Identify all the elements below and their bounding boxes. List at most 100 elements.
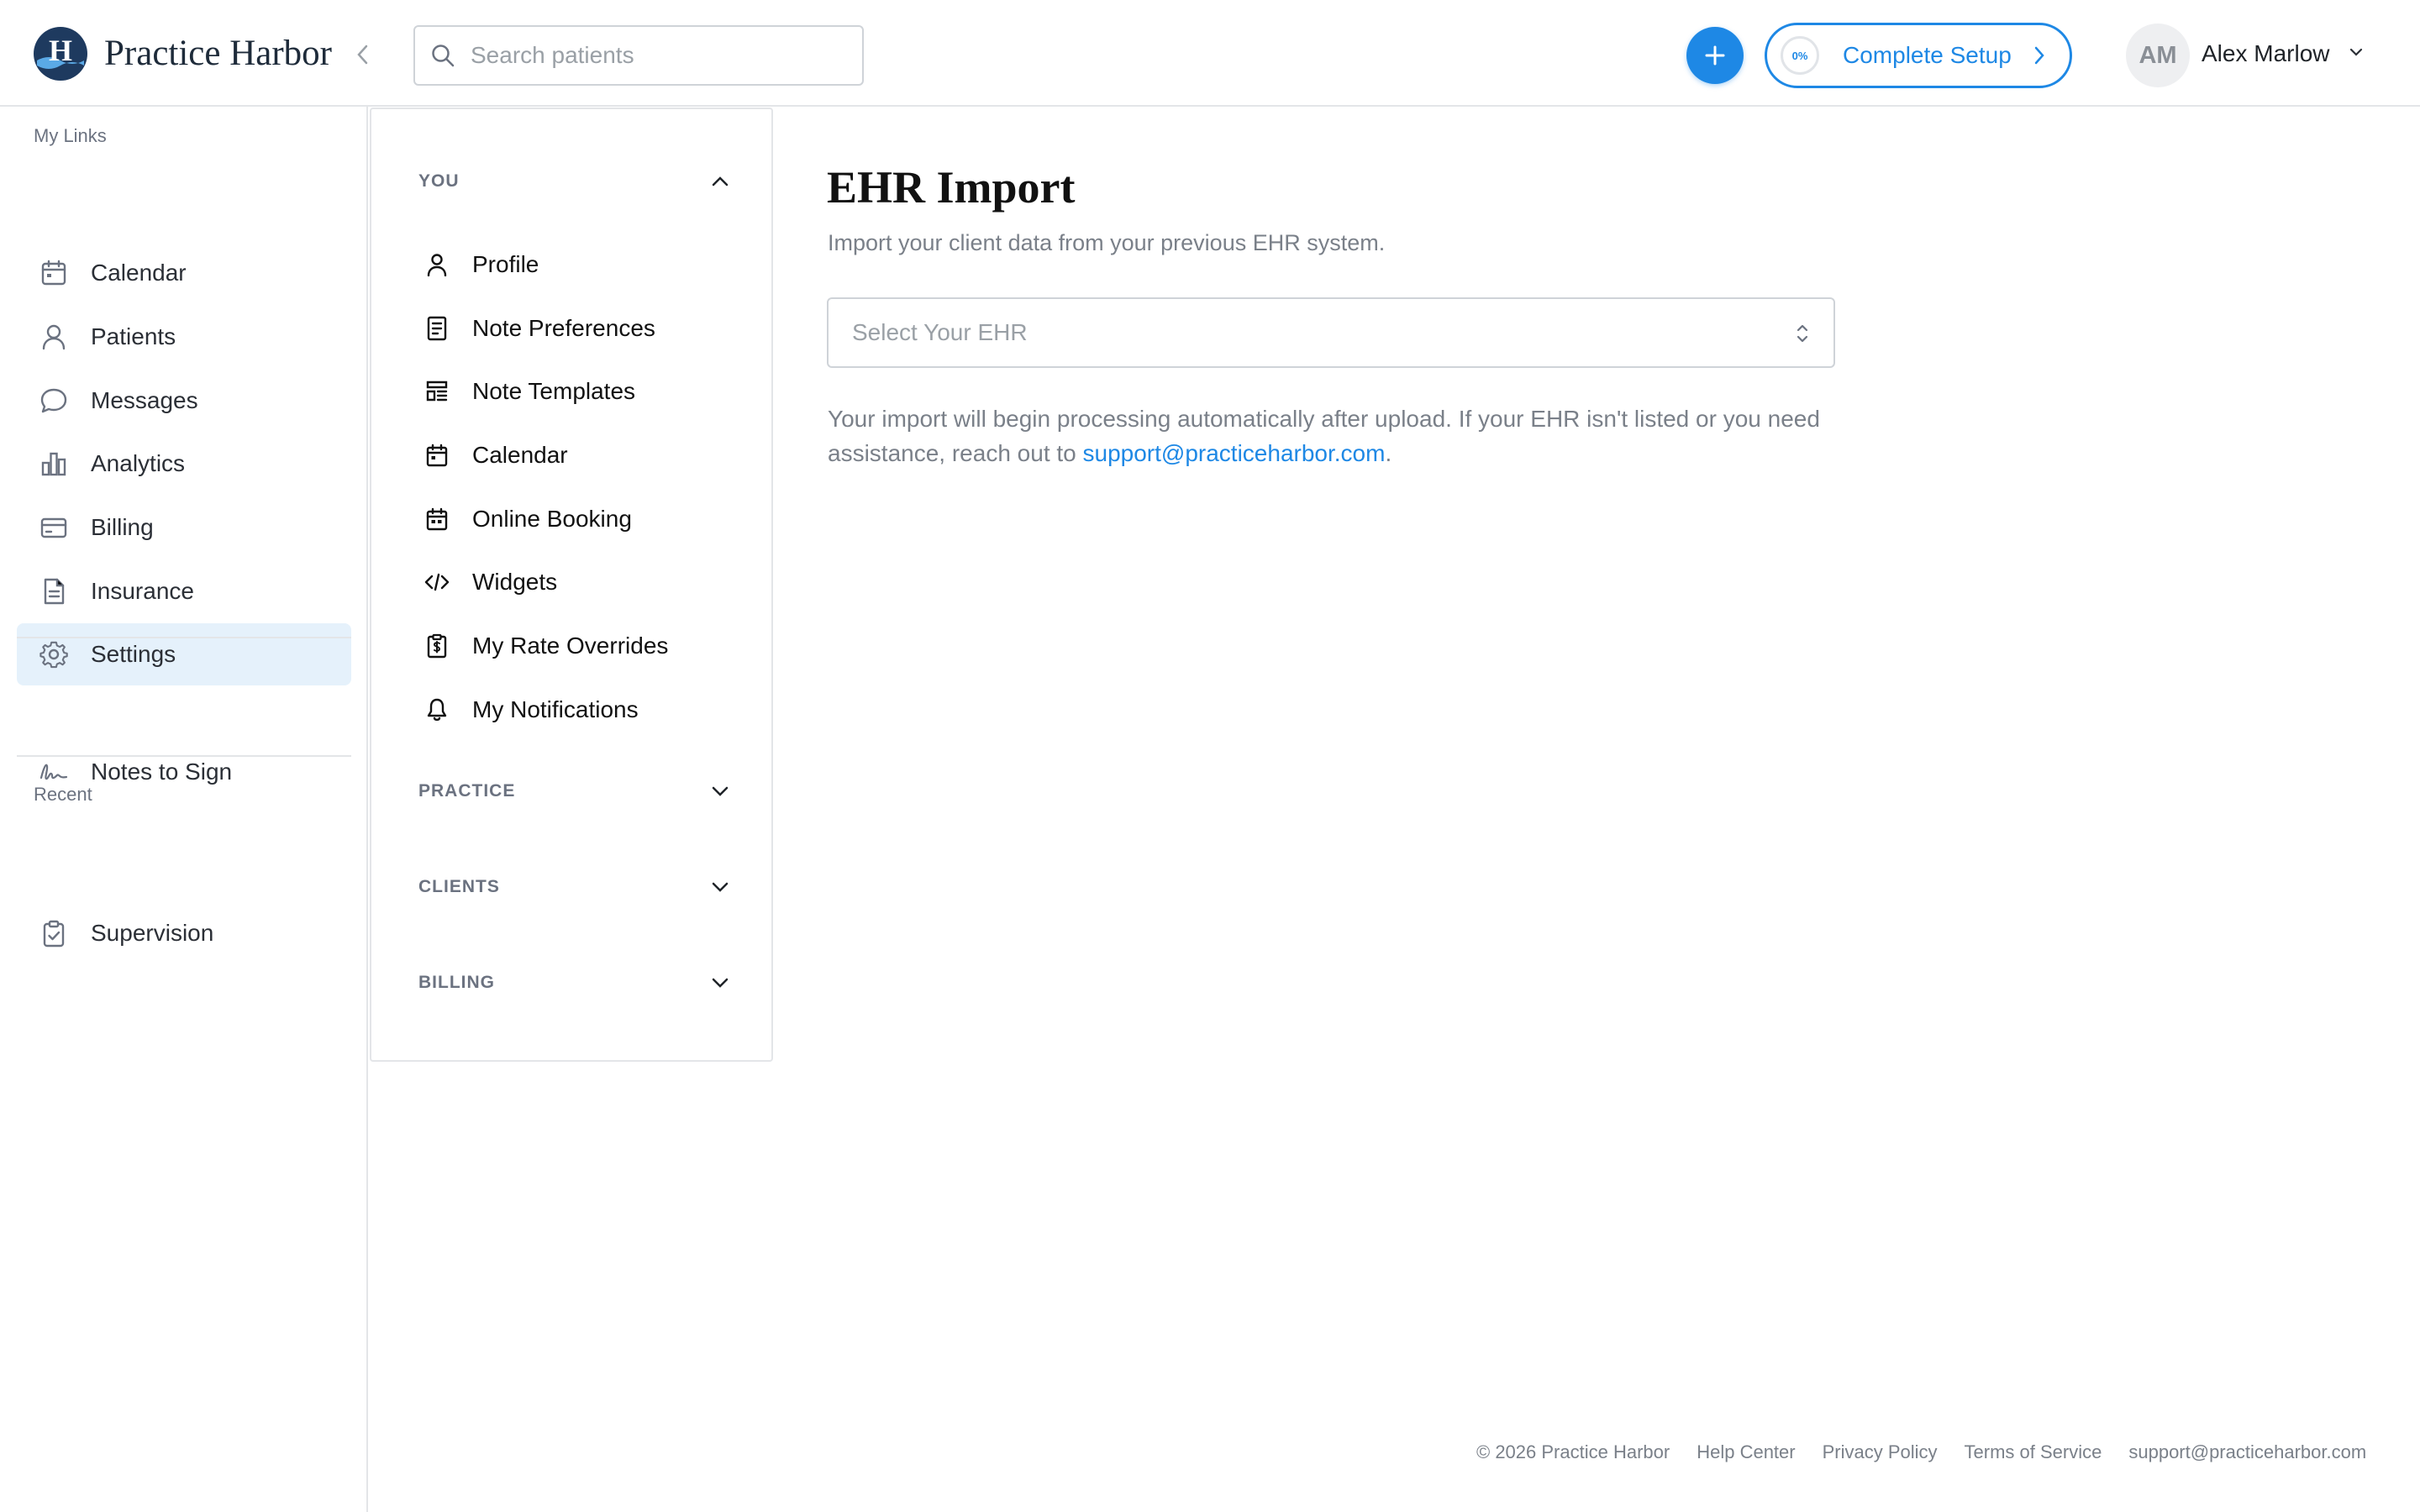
search-icon: [432, 45, 455, 67]
sidebar-item-analytics[interactable]: Analytics: [17, 433, 351, 495]
settings-item-label: Note Preferences: [472, 315, 655, 341]
settings-item-note-templates[interactable]: Note Templates: [424, 370, 635, 412]
person-icon: [37, 320, 71, 354]
up-down-chevron-icon: [1797, 324, 1808, 343]
group-title: YOU: [418, 171, 460, 191]
page-subtitle: Import your client data from your previo…: [828, 230, 1386, 255]
settings-item-widgets[interactable]: Widgets: [424, 561, 557, 603]
template-icon: [424, 378, 450, 405]
user-name[interactable]: Alex Marlow: [2202, 40, 2329, 67]
chevron-left-icon: [357, 45, 368, 65]
top-header: H Practice Harbor 0% Complete Setup AM A…: [0, 0, 2420, 107]
sidebar-item-messages[interactable]: Messages: [17, 370, 351, 432]
footer-help-link[interactable]: Help Center: [1697, 1441, 1795, 1463]
group-header-clients[interactable]: CLIENTS: [418, 877, 729, 897]
chevron-down-icon: [712, 882, 729, 892]
sidebar-item-label: Settings: [91, 641, 176, 667]
user-avatar[interactable]: AM: [2126, 24, 2190, 87]
group-header-you[interactable]: YOU: [418, 171, 729, 192]
gear-icon: [37, 638, 71, 671]
person-icon: [424, 251, 450, 278]
sidebar-item-billing[interactable]: Billing: [17, 496, 351, 559]
ehr-select-placeholder: Select Your EHR: [852, 319, 1028, 345]
footer-terms-link[interactable]: Terms of Service: [1965, 1441, 2102, 1463]
svg-text:H: H: [49, 34, 72, 67]
search-input[interactable]: [471, 42, 840, 69]
group-title: CLIENTS: [418, 877, 500, 896]
dollar-clipboard-icon: [424, 633, 450, 659]
sidebar-item-label: Supervision: [91, 920, 214, 946]
ehr-select[interactable]: Select Your EHR: [827, 297, 1835, 368]
settings-item-label: Calendar: [472, 442, 568, 468]
brand-name[interactable]: Practice Harbor: [104, 30, 332, 77]
settings-item-my-notifications[interactable]: My Notifications: [424, 689, 639, 731]
setup-progress-text: 0%: [1791, 49, 1808, 62]
document-icon: [37, 575, 71, 608]
sidebar-item-insurance[interactable]: Insurance: [17, 560, 351, 622]
sidebar-item-label: Billing: [91, 514, 154, 540]
chevron-down-icon: [2349, 48, 2363, 56]
sidebar-item-patients[interactable]: Patients: [17, 306, 351, 368]
chevron-down-icon: [712, 786, 729, 796]
recent-title: Recent: [34, 784, 92, 805]
settings-item-label: Online Booking: [472, 506, 632, 532]
my-links-title: My Links: [34, 125, 107, 146]
code-icon: [424, 569, 450, 596]
setup-progress-ring: 0%: [1781, 36, 1819, 75]
plus-icon: [1705, 45, 1725, 66]
clipboard-check-icon: [37, 916, 71, 950]
import-note-end: .: [1385, 440, 1392, 466]
group-title: BILLING: [418, 973, 495, 992]
settings-item-label: My Notifications: [472, 696, 639, 722]
settings-submenu: YOU Profile Note Preferences Note Templa…: [370, 108, 773, 1062]
main-sidebar: My Links Calendar Patients Messages Anal…: [0, 107, 368, 1512]
complete-setup-button[interactable]: 0% Complete Setup: [1765, 23, 2072, 88]
settings-item-label: Profile: [472, 251, 539, 277]
support-email-link[interactable]: support@practiceharbor.com: [1083, 440, 1386, 466]
sidebar-divider: [17, 637, 351, 638]
setup-label: Complete Setup: [1843, 42, 2012, 68]
sidebar-divider: [17, 755, 351, 757]
settings-item-online-booking[interactable]: Online Booking: [424, 498, 632, 540]
chevron-up-icon: [712, 176, 729, 186]
settings-item-note-preferences[interactable]: Note Preferences: [424, 307, 655, 349]
footer-email-link[interactable]: support@practiceharbor.com: [2128, 1441, 2366, 1463]
sidebar-item-label: Insurance: [91, 578, 194, 604]
sidebar-item-label: Analytics: [91, 450, 186, 476]
group-title: PRACTICE: [418, 781, 516, 801]
bell-icon: [424, 696, 450, 723]
user-menu-toggle[interactable]: [2349, 47, 2364, 57]
calendar-icon: [37, 256, 71, 290]
calendar-booking-icon: [424, 506, 450, 533]
sidebar-item-label: Calendar: [91, 260, 187, 286]
sidebar-item-label: Notes to Sign: [91, 759, 233, 785]
settings-item-my-rate-overrides[interactable]: My Rate Overrides: [424, 625, 668, 667]
page-title: EHR Import: [827, 162, 1076, 213]
practice-harbor-logo-icon[interactable]: H: [34, 27, 87, 81]
collapse-sidebar-button[interactable]: [350, 40, 375, 69]
settings-item-label: Note Templates: [472, 378, 636, 404]
add-button[interactable]: [1686, 27, 1744, 84]
import-note: Your import will begin processing automa…: [828, 402, 1861, 470]
sidebar-item-settings[interactable]: Settings: [17, 623, 351, 685]
footer-copyright: © 2026 Practice Harbor: [1476, 1441, 1670, 1462]
sidebar-item-label: Patients: [91, 323, 176, 349]
chevron-right-icon: [2034, 46, 2044, 65]
sidebar-item-label: Messages: [91, 387, 198, 413]
settings-item-calendar[interactable]: Calendar: [424, 434, 568, 476]
footer: © 2026 Practice Harbor Help Center Priva…: [1476, 1441, 2366, 1463]
credit-card-icon: [37, 511, 71, 544]
sidebar-item-supervision[interactable]: Supervision: [17, 902, 351, 964]
group-header-practice[interactable]: PRACTICE: [418, 781, 729, 801]
calendar-icon: [424, 442, 450, 469]
group-header-billing[interactable]: BILLING: [418, 973, 729, 993]
settings-item-label: My Rate Overrides: [472, 633, 669, 659]
sidebar-item-calendar[interactable]: Calendar: [17, 242, 351, 304]
note-icon: [424, 315, 450, 342]
footer-privacy-link[interactable]: Privacy Policy: [1823, 1441, 1938, 1463]
search-box[interactable]: [413, 25, 864, 86]
chat-bubble-icon: [37, 384, 71, 417]
chevron-down-icon: [712, 978, 729, 988]
settings-item-profile[interactable]: Profile: [424, 244, 539, 286]
bar-chart-icon: [37, 447, 71, 480]
